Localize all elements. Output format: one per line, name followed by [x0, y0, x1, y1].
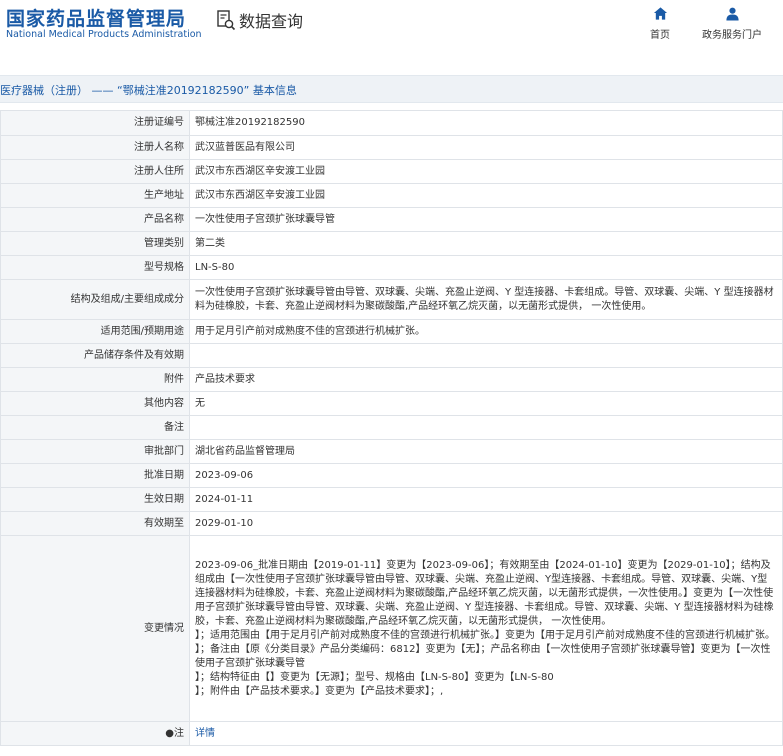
details-link[interactable]: 详情: [195, 728, 215, 739]
table-row: 结构及组成/主要组成成分 一次性使用子宫颈扩张球囊导管由导管、双球囊、尖端、充盈止…: [0, 279, 783, 320]
nav-home[interactable]: 首页: [650, 6, 670, 41]
site-header: 国家药品监督管理局 National Medical Products Admi…: [0, 0, 783, 62]
site-logo-cn[interactable]: 国家药品监督管理局: [6, 4, 186, 31]
table-row: 管理类别 第二类: [0, 231, 783, 256]
row-label: 结构及组成/主要组成成分: [0, 279, 190, 320]
row-value: 一次性使用子宫颈扩张球囊导管由导管、双球囊、尖端、充盈止逆阀、Y 型连接器、卡套…: [189, 279, 783, 320]
change-history-line: 】；附件由【产品技术要求。】变更为【产品技术要求】；,: [195, 685, 444, 697]
row-value: 湖北省药品监督管理局: [189, 439, 783, 464]
row-label: 管理类别: [0, 231, 190, 256]
row-label: 备注: [0, 415, 190, 440]
row-label: 审批部门: [0, 439, 190, 464]
user-icon: [725, 7, 739, 21]
row-label: 生产地址: [0, 183, 190, 208]
change-history-value: 2023-09-06_批准日期由【2019-01-11】变更为【2023-09-…: [189, 535, 783, 722]
table-row: 适用范围/预期用途 用于足月引产前对成熟度不佳的宫颈进行机械扩张。: [0, 319, 783, 344]
table-row: 产品储存条件及有效期: [0, 343, 783, 368]
note-value: 详情: [189, 721, 783, 746]
document-search-icon: [217, 10, 236, 31]
bullet-icon: ●: [165, 727, 174, 739]
row-label: 其他内容: [0, 391, 190, 416]
data-query-label: 数据查询: [239, 12, 304, 31]
row-value: 第二类: [189, 231, 783, 256]
row-value: 2029-01-10: [189, 511, 783, 536]
table-row: 注册证编号 鄂械注准20192182590: [0, 110, 783, 136]
table-row: 注册人住所 武汉市东西湖区辛安渡工业园: [0, 159, 783, 184]
row-label: 附件: [0, 367, 190, 392]
table-row: 有效期至 2029-01-10: [0, 511, 783, 536]
row-value: [189, 343, 783, 368]
row-value: 武汉市东西湖区辛安渡工业园: [189, 159, 783, 184]
table-row: 附件 产品技术要求: [0, 367, 783, 392]
device-info-table: 注册证编号 鄂械注准20192182590 注册人名称 武汉蓝普医品有限公司 注册人…: [0, 110, 783, 746]
row-label: 适用范围/预期用途: [0, 319, 190, 344]
change-history-label: 变更情况: [0, 535, 190, 722]
note-label: ●注: [0, 721, 190, 746]
change-history-row: 变更情况 2023-09-06_批准日期由【2019-01-11】变更为【202…: [0, 535, 783, 722]
row-value: [189, 415, 783, 440]
home-icon: [653, 7, 667, 20]
row-label: 产品名称: [0, 207, 190, 232]
table-row: 生产地址 武汉市东西湖区辛安渡工业园: [0, 183, 783, 208]
row-label: 生效日期: [0, 487, 190, 512]
table-row: 批准日期 2023-09-06: [0, 463, 783, 488]
row-value: 武汉市东西湖区辛安渡工业园: [189, 183, 783, 208]
row-value: 2023-09-06: [189, 463, 783, 488]
table-row: 产品名称 一次性使用子宫颈扩张球囊导管: [0, 207, 783, 232]
row-label: 批准日期: [0, 463, 190, 488]
row-value: 武汉蓝普医品有限公司: [189, 135, 783, 160]
data-query-title[interactable]: 数据查询: [216, 8, 303, 32]
row-value: 2024-01-11: [189, 487, 783, 512]
table-row: 生效日期 2024-01-11: [0, 487, 783, 512]
note-label-text: 注: [174, 727, 184, 739]
row-value: 无: [189, 391, 783, 416]
row-label: 型号规格: [0, 255, 190, 280]
detail-title-bar: 医疗器械（注册） —— “鄂械注准20192182590” 基本信息: [0, 75, 783, 103]
site-logo-en[interactable]: National Medical Products Administration: [6, 29, 202, 40]
row-label: 注册人住所: [0, 159, 190, 184]
detail-title: 医疗器械（注册） —— “鄂械注准20192182590” 基本信息: [0, 84, 297, 97]
row-value: 一次性使用子宫颈扩张球囊导管: [189, 207, 783, 232]
row-label: 注册人名称: [0, 135, 190, 160]
table-row: 型号规格 LN-S-80: [0, 255, 783, 280]
row-value: 鄂械注准20192182590: [189, 110, 783, 136]
table-row: 注册人名称 武汉蓝普医品有限公司: [0, 135, 783, 160]
table-row: 其他内容无: [0, 391, 783, 416]
row-label: 有效期至: [0, 511, 190, 536]
nav-gov-service-label: 政务服务门户: [702, 30, 762, 41]
nav-home-label: 首页: [650, 30, 670, 41]
change-history-line: 】；备注由【原《分类目录》产品分类编码：6812】变更为【无】；产品名称由【一次…: [195, 643, 771, 669]
row-value: LN-S-80: [189, 255, 783, 280]
row-value: 产品技术要求: [189, 367, 783, 392]
change-history-line: 】；适用范围由【用于足月引产前对成熟度不佳的宫颈进行机械扩张。】变更为【用于足月…: [195, 629, 775, 641]
row-label: 注册证编号: [0, 110, 190, 136]
table-row: 备注: [0, 415, 783, 440]
row-label: 产品储存条件及有效期: [0, 343, 190, 368]
note-row: ●注 详情: [0, 721, 783, 746]
row-value: 用于足月引产前对成熟度不佳的宫颈进行机械扩张。: [189, 319, 783, 344]
change-history-line: 】；结构特征由【】变更为【无源】；型号、规格由【LN-S-80】变更为【LN-S…: [195, 671, 554, 683]
table-row: 审批部门 湖北省药品监督管理局: [0, 439, 783, 464]
nav-gov-service[interactable]: 政务服务门户: [702, 6, 762, 41]
change-history-line: 2023-09-06_批准日期由【2019-01-11】变更为【2023-09-…: [195, 559, 774, 627]
